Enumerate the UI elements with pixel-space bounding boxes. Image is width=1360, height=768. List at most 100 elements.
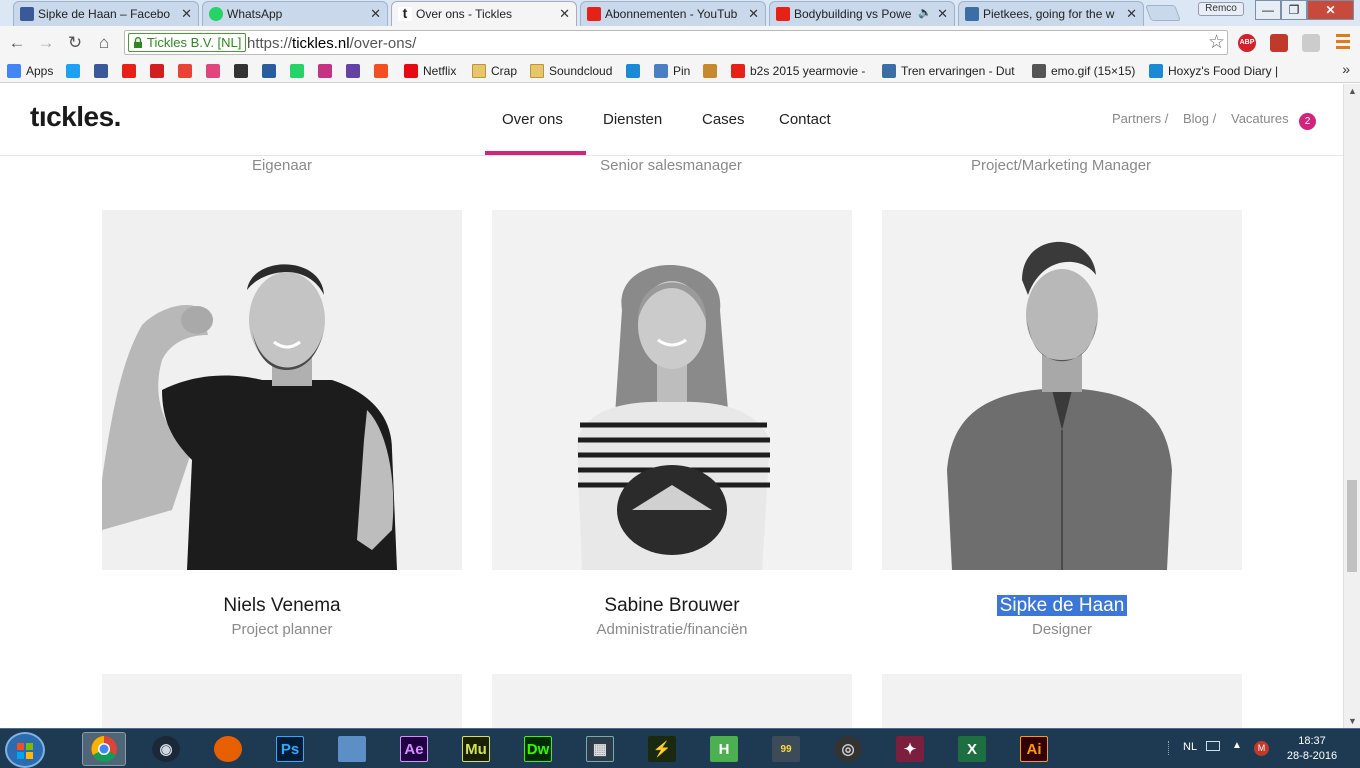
bookmark-item[interactable]: Apps [7,63,53,79]
nav-cases[interactable]: Cases [702,111,745,128]
tab-youtube-bodybuilding[interactable]: Bodybuilding vs Powe 🔈 ✕ [769,1,955,26]
close-icon[interactable]: ✕ [181,6,192,22]
bookmark-item[interactable]: Crap [472,63,517,79]
bookmark-item[interactable] [66,63,85,79]
security-indicator[interactable]: Tickles B.V. [NL] [128,33,247,52]
bookmark-item[interactable] [178,63,197,79]
team-member-role: Designer [1031,621,1093,638]
notepad-99-icon[interactable]: 99 [764,732,808,766]
start-button[interactable] [5,732,45,768]
url-path: /over-ons/ [349,35,417,52]
bookmark-item[interactable] [346,63,365,79]
bookmark-item[interactable]: Pin [654,63,690,79]
chrome-icon[interactable] [82,732,126,766]
youtube-icon [731,64,745,78]
tray-app-icon[interactable]: M [1254,741,1269,756]
team-photo-next [882,674,1242,728]
h-app-icon[interactable]: H [702,732,746,766]
bookmark-item[interactable] [703,63,722,79]
game-app-icon[interactable]: ✦ [888,732,932,766]
bookmark-item[interactable] [374,63,393,79]
bookmark-item[interactable] [626,63,645,79]
scroll-down-arrow-icon[interactable]: ▼ [1348,716,1357,726]
show-hidden-icons-icon[interactable]: ▲ [1232,740,1242,751]
winamp-icon[interactable]: ⚡ [640,732,684,766]
bookmark-item[interactable] [234,63,253,79]
steam-icon[interactable]: ◉ [144,732,188,766]
nav-diensten[interactable]: Diensten [603,111,662,128]
bodybuilding-icon [234,64,248,78]
bookmarks-bar: Apps Netflix Crap Soundcloud Pin b2s 2015 yea… [0,59,1360,83]
firefox-icon[interactable] [206,732,250,766]
twitch-icon [346,64,360,78]
pin-icon [654,64,668,78]
extension-icon[interactable] [1302,34,1320,52]
xing-icon [626,64,640,78]
bookmark-item[interactable]: Hoxyz's Food Diary | [1149,63,1278,79]
page-scrollbar[interactable]: ▲ ▼ [1343,84,1360,728]
bookmark-item[interactable]: Tren ervaringen - Dut [882,63,1015,79]
cycle-app-icon[interactable]: ◎ [826,732,870,766]
url-text[interactable]: https://tickles.nl/over-ons/ [247,35,416,52]
network-icon[interactable] [330,732,374,766]
illustrator-icon[interactable]: Ai [1012,732,1056,766]
close-icon[interactable]: ✕ [937,6,948,22]
bookmark-item[interactable] [94,63,113,79]
bookmark-item[interactable] [318,63,337,79]
tab-tickles[interactable]: t Over ons - Tickles ✕ [391,1,577,26]
profile-button[interactable]: Remco [1198,2,1244,16]
scrollbar-thumb[interactable] [1347,480,1357,572]
bookmark-item[interactable] [262,63,281,79]
tab-whatsapp[interactable]: WhatsApp ✕ [202,1,388,26]
subnav-vacatures[interactable]: Vacatures [1231,111,1289,126]
window-close-button[interactable]: ✕ [1307,0,1354,20]
scroll-up-arrow-icon[interactable]: ▲ [1348,86,1357,96]
bookmark-item[interactable] [150,63,169,79]
youtube-extension-icon[interactable] [1270,34,1288,52]
bookmark-item[interactable]: Soundcloud [530,63,612,79]
chrome-menu-icon[interactable] [1336,34,1350,50]
keyboard-icon[interactable] [1206,741,1220,751]
system-clock[interactable]: 18:37 28-8-2016 [1282,734,1342,764]
tab-pietkees[interactable]: Pietkees, going for the w ✕ [958,1,1144,26]
bookmark-item[interactable] [206,63,225,79]
minimize-button[interactable]: — [1255,0,1281,20]
bookmark-item[interactable]: b2s 2015 yearmovie - [731,63,865,79]
team-role: Project/Marketing Manager [970,157,1152,174]
team-member-role: Administratie/financiën [596,621,748,638]
bookmark-item[interactable] [122,63,141,79]
site-logo[interactable]: tıckles. [30,101,121,133]
bookmark-star-icon[interactable]: ☆ [1208,31,1225,54]
subnav-blog[interactable]: Blog / [1183,111,1216,126]
video-editor-icon[interactable]: ▦ [578,732,622,766]
after-effects-icon[interactable]: Ae [392,732,436,766]
close-icon[interactable]: ✕ [559,6,570,22]
dreamweaver-icon[interactable]: Dw [516,732,560,766]
tab-youtube-subscriptions[interactable]: Abonnementen - YouTub ✕ [580,1,766,26]
language-indicator[interactable]: NL [1183,741,1197,753]
home-icon[interactable]: ⌂ [94,33,114,53]
vacatures-count-badge: 2 [1299,113,1316,130]
close-icon[interactable]: ✕ [1126,6,1137,22]
close-icon[interactable]: ✕ [748,6,759,22]
address-bar[interactable]: Tickles B.V. [NL] https://tickles.nl/ove… [124,30,1228,55]
bookmark-item[interactable]: Netflix [404,63,456,79]
bookmarks-overflow-icon[interactable]: » [1342,61,1350,77]
reload-icon[interactable]: ↻ [65,33,85,53]
photoshop-icon[interactable]: Ps [268,732,312,766]
excel-icon[interactable]: X [950,732,994,766]
back-arrow-icon[interactable]: ← [7,33,27,53]
nav-contact[interactable]: Contact [779,111,831,128]
muse-icon[interactable]: Mu [454,732,498,766]
forward-arrow-icon[interactable]: → [36,33,56,53]
adblock-plus-icon[interactable]: ABP [1238,34,1256,52]
bookmark-item[interactable] [290,63,309,79]
maximize-button[interactable]: ❐ [1281,0,1307,20]
nav-over-ons[interactable]: Over ons [502,111,563,128]
close-icon[interactable]: ✕ [370,6,381,22]
new-tab-button[interactable] [1145,5,1181,21]
tab-facebook[interactable]: Sipke de Haan – Facebo ✕ [13,1,199,26]
taskbar-separator [1168,741,1176,755]
subnav-partners[interactable]: Partners / [1112,111,1168,126]
bookmark-item[interactable]: emo.gif (15×15) [1032,63,1135,79]
